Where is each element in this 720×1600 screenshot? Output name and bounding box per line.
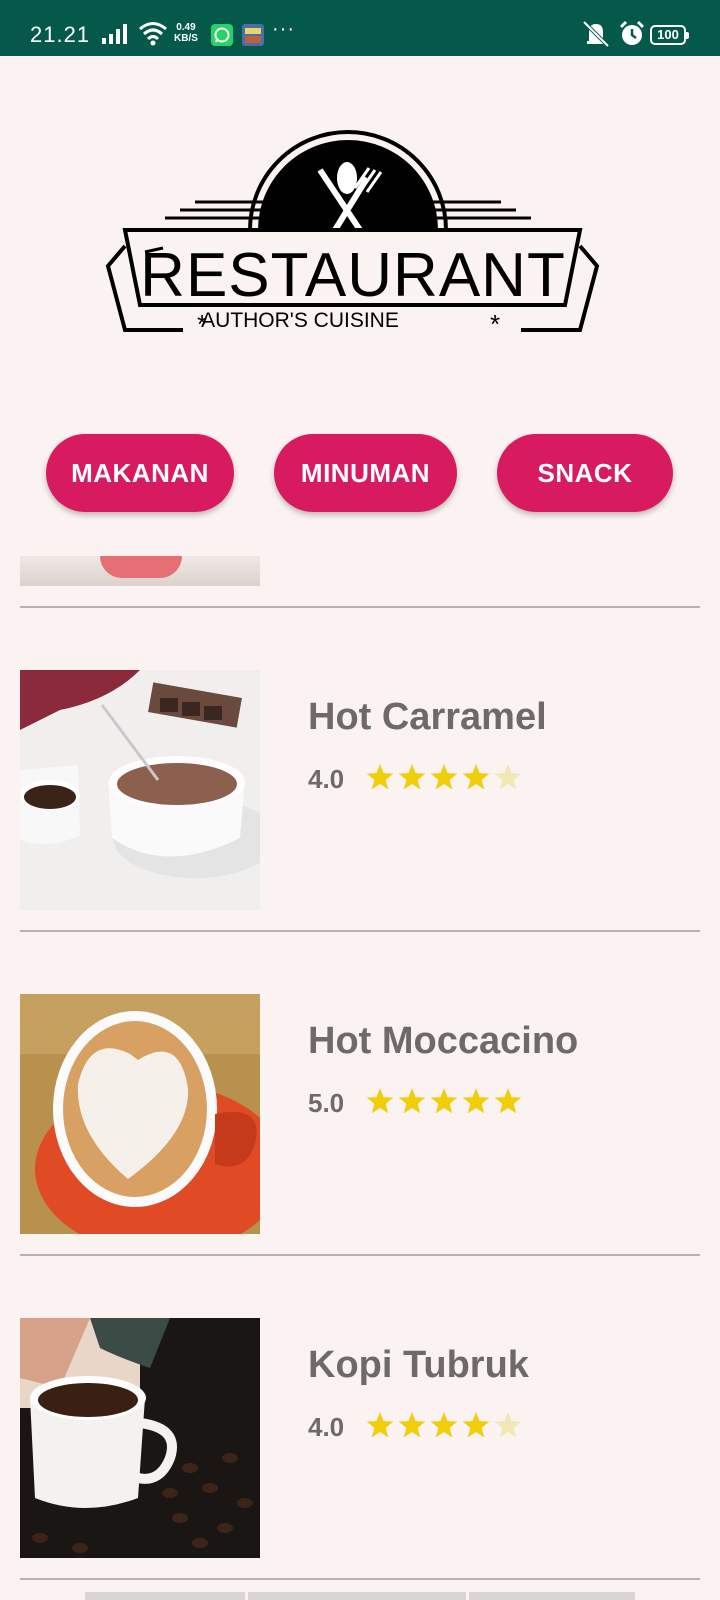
logo-subtitle: AUTHOR'S CUISINE (201, 309, 399, 332)
alarm-icon (619, 20, 645, 45)
logo-title: RESTAURANT (140, 241, 566, 310)
star-empty-icon (494, 764, 522, 790)
star-filled-icon (462, 764, 490, 790)
more-notifications-icon: ··· (272, 18, 295, 40)
item-rating-value: 4.0 (308, 764, 345, 794)
restaurant-logo-image: RESTAURANT AUTHOR'S CUISINE * * (105, 130, 600, 339)
item-rating-value: 5.0 (308, 1088, 345, 1118)
snack-button[interactable]: SNACK (497, 434, 673, 512)
divider (20, 1578, 700, 1580)
list-item-kopi-tubruk[interactable]: Kopi Tubruk 4.0 (0, 1318, 720, 1558)
divider (20, 930, 700, 932)
star-filled-icon (366, 1088, 394, 1114)
item-image-hot-moccacino (20, 994, 260, 1234)
star-filled-icon (462, 1412, 490, 1438)
rating-stars (366, 1412, 522, 1438)
star-filled-icon (398, 1412, 426, 1438)
item-image-kopi-tubruk (20, 1318, 260, 1558)
logo-asterisk-right-icon: * (490, 309, 500, 339)
list-item-hot-moccacino[interactable]: Hot Moccacino 5.0 (0, 994, 720, 1234)
list-item-image-partial[interactable] (20, 556, 260, 586)
star-filled-icon (430, 764, 458, 790)
item-rating-value: 4.0 (308, 1412, 345, 1442)
status-bar: 21.21 0.49 KB/S ··· 100 (0, 0, 720, 56)
status-time: 21.21 (30, 22, 91, 47)
battery-indicator: 100 (650, 25, 689, 45)
wifi-icon (139, 22, 167, 46)
restaurant-logo: RESTAURANT AUTHOR'S CUISINE * * (105, 130, 615, 350)
minuman-button[interactable]: MINUMAN (274, 434, 457, 512)
divider (20, 606, 700, 608)
star-filled-icon (462, 1088, 490, 1114)
star-filled-icon (366, 764, 394, 790)
rating-stars (366, 1088, 522, 1114)
whatsapp-icon (211, 24, 233, 46)
star-filled-icon (430, 1088, 458, 1114)
network-speed-value: 0.49 (176, 22, 196, 33)
item-name: Hot Carramel (308, 696, 547, 738)
item-name: Hot Moccacino (308, 1020, 579, 1062)
mute-icon (582, 20, 610, 48)
list-item-hot-carramel[interactable]: Hot Carramel 4.0 (0, 670, 720, 910)
item-image-hot-carramel (20, 670, 260, 910)
star-filled-icon (366, 1412, 394, 1438)
makanan-button[interactable]: MAKANAN (46, 434, 234, 512)
network-speed: 0.49 KB/S (174, 22, 198, 44)
star-empty-icon (494, 1412, 522, 1438)
star-filled-icon (494, 1088, 522, 1114)
category-buttons: MAKANAN MINUMAN SNACK (0, 434, 720, 514)
logo-asterisk-left-icon: * (197, 309, 207, 339)
star-filled-icon (430, 1412, 458, 1438)
app-notification-icon (242, 24, 264, 46)
divider (20, 1254, 700, 1256)
star-filled-icon (398, 1088, 426, 1114)
network-speed-unit: KB/S (174, 33, 198, 44)
star-filled-icon (398, 764, 426, 790)
bottom-partial-bar (85, 1592, 635, 1600)
item-name: Kopi Tubruk (308, 1344, 529, 1386)
menu-list[interactable]: Hot Carramel 4.0 Hot Moccacino 5.0 Kopi … (0, 556, 720, 1600)
signal-icon (102, 24, 127, 44)
rating-stars (366, 764, 522, 790)
